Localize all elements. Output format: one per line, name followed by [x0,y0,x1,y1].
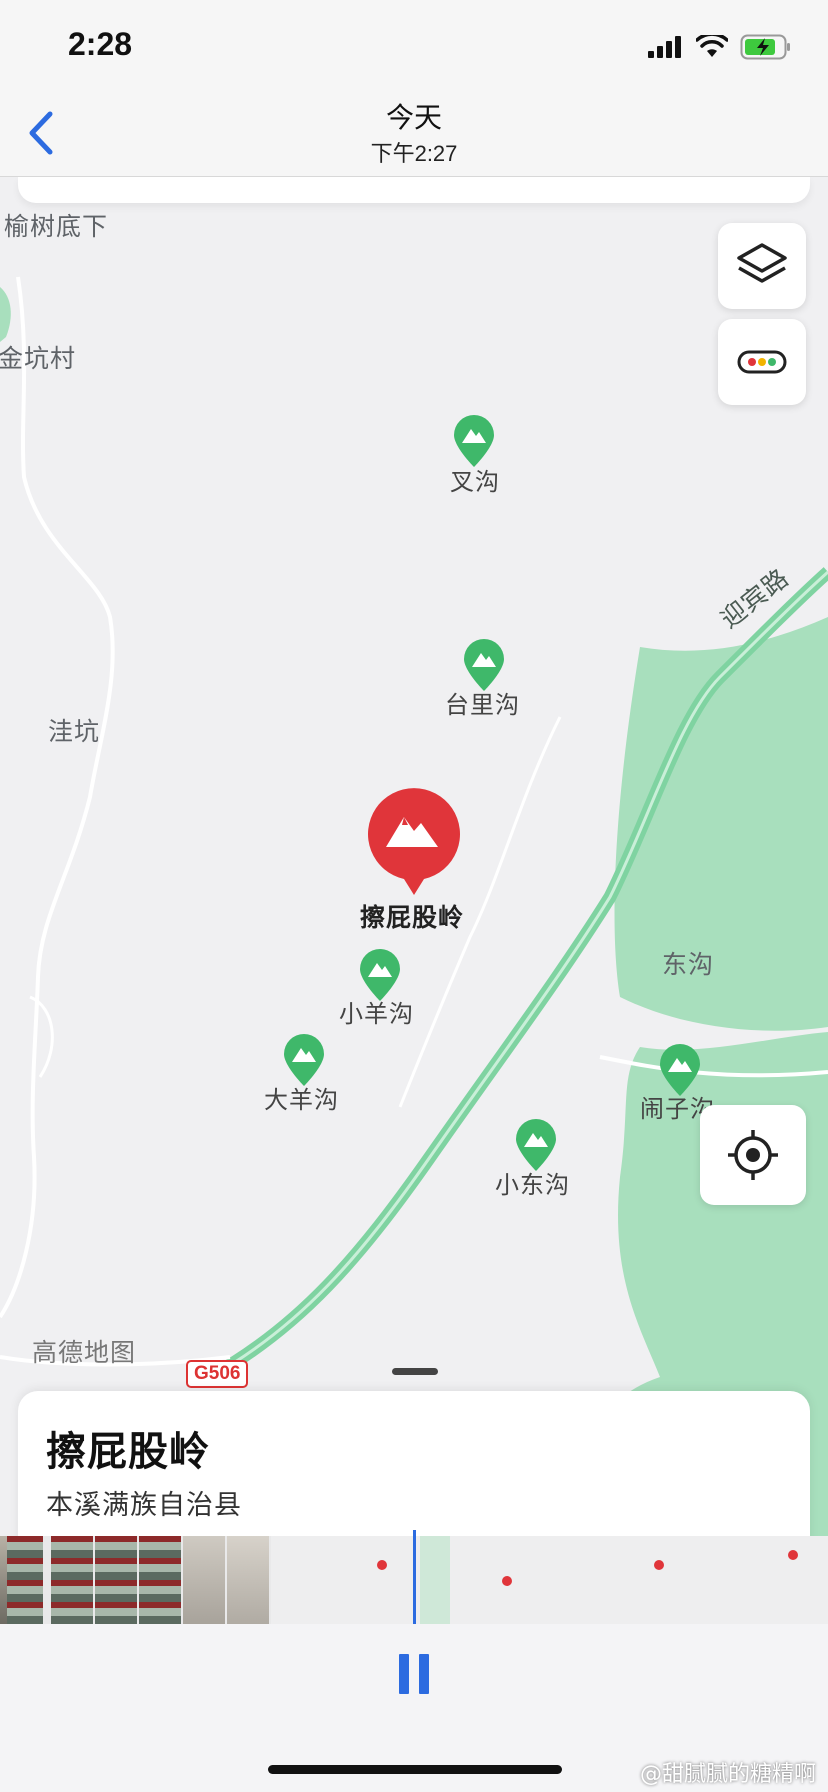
thumbnail-map-frames [271,1536,828,1624]
highway-shield: G506 [186,1360,249,1388]
nav-subtitle: 下午2:27 [370,141,458,166]
thumbnail-pin-icon [654,1560,664,1570]
thumbnail-frame [139,1536,181,1624]
thumbnail-frame [95,1536,137,1624]
thumbnail-frame [51,1536,93,1624]
place-label-donggou: 东沟 [662,950,715,979]
place-label-jinkeng: 金坑村 [0,344,77,373]
poi-label-tailigou[interactable]: 台里沟 [445,685,520,720]
status-bar: 2:28 [0,0,828,100]
poi-label-chagou[interactable]: 叉沟 [450,462,500,497]
traffic-button[interactable] [718,319,806,405]
sheet-drag-handle[interactable] [392,1368,438,1375]
mountain-poi-icon[interactable] [452,415,496,469]
thumbnail-pin-icon [788,1550,798,1560]
selected-place-label[interactable]: 擦屁股岭 [360,898,464,934]
thumbnail-frame [420,1536,450,1624]
thumbnail-frame [183,1536,225,1624]
traffic-light-icon [737,350,787,374]
place-name: 擦屁股岭 [46,1429,210,1475]
crosshair-icon [728,1130,778,1180]
poi-label-xiaodonggou[interactable]: 小东沟 [495,1165,570,1200]
screen: 榆树底下 金坑村 洼坑 迎宾路 东沟 叉沟 台里沟 小羊沟 大羊沟 闹子沟 小东… [0,0,828,1792]
layers-icon [737,243,787,283]
poi-label-xiaoyanggou[interactable]: 小羊沟 [339,994,414,1029]
place-label-wakeng: 洼坑 [48,717,101,746]
status-icons [648,34,792,60]
status-time: 2:28 [68,26,133,62]
nav-header: 今天 下午2:27 [0,100,828,177]
weibo-watermark: @甜腻腻的糖精啊 [639,1762,816,1787]
thumbnail-frame [7,1536,43,1624]
place-region: 本溪满族自治县 [46,1490,242,1521]
poi-label-dayanggou[interactable]: 大羊沟 [264,1080,339,1115]
thumbnail-pin-icon [377,1560,387,1570]
locate-me-button[interactable] [700,1105,806,1205]
wifi-icon [696,35,728,57]
scrubber-playhead[interactable] [413,1530,416,1626]
nav-title: 今天 [385,101,442,134]
layers-button[interactable] [718,223,806,309]
home-indicator[interactable] [268,1765,562,1774]
selected-place-pin-icon[interactable] [364,785,464,901]
thumbnail-frame [227,1536,269,1624]
cellular-signal-icon [648,36,681,58]
top-card [18,177,810,203]
thumbnail-pin-icon [502,1576,512,1586]
battery-charging-icon [740,34,790,60]
place-label-yushu: 榆树底下 [4,212,109,241]
map-provider-logo: 高德地图 [32,1338,137,1367]
pause-icon[interactable] [399,1654,431,1694]
